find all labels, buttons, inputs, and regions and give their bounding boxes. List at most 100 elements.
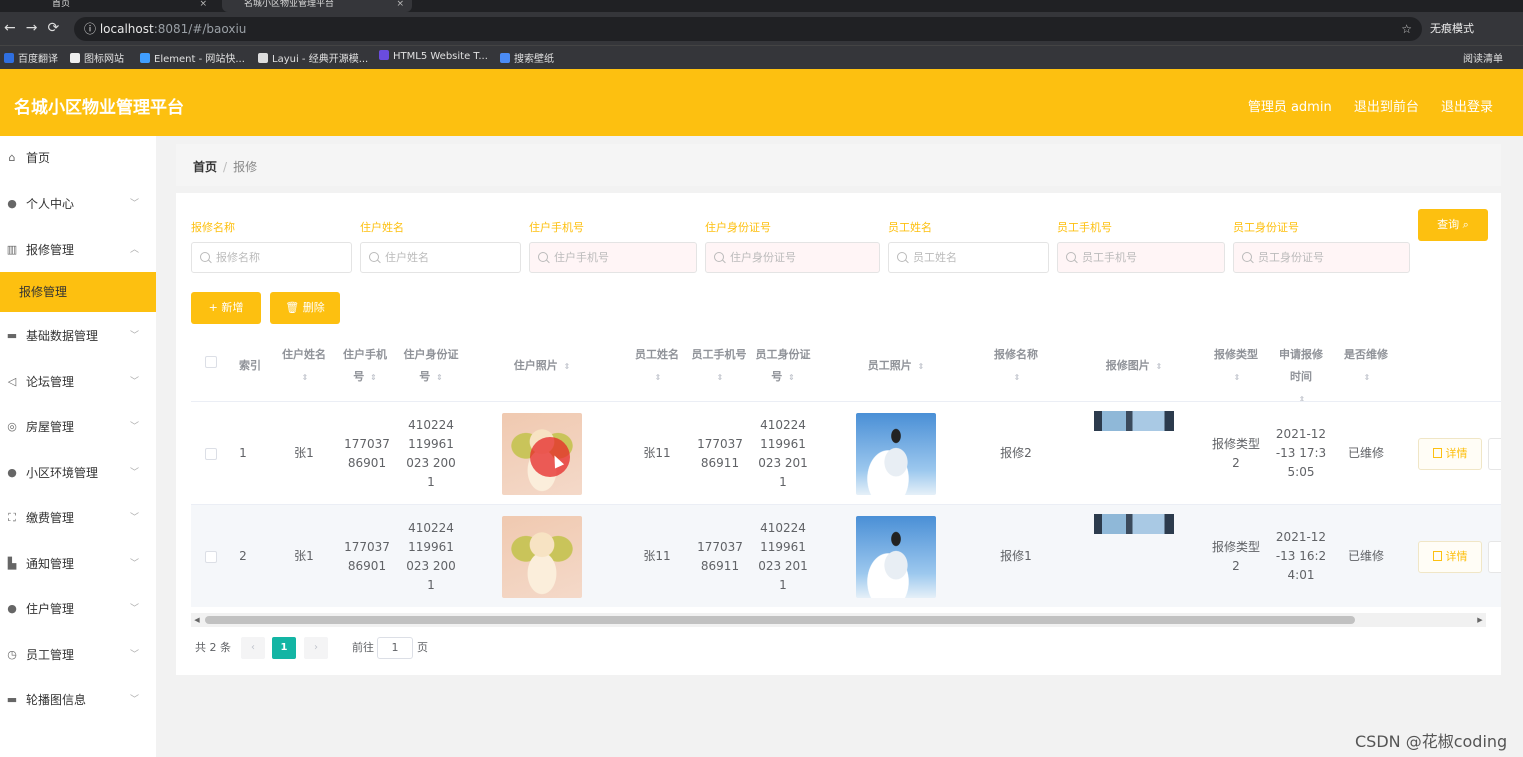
back-to-front-link[interactable]: 退出到前台 <box>1354 100 1419 115</box>
table-row[interactable]: 1 张1 17703786901 410224119961023 2001 张1… <box>191 401 1501 504</box>
staff-photo[interactable] <box>856 515 936 598</box>
close-icon[interactable]: × <box>199 0 207 9</box>
scroll-right-icon[interactable]: ▶ <box>1474 613 1486 627</box>
filter-label: 住户姓名 <box>360 221 404 234</box>
page-number-button[interactable]: 1 <box>272 637 296 659</box>
resident-id-input[interactable]: 住户身份证号 <box>705 242 880 273</box>
column-header[interactable]: 住户手机号 ⇕ <box>338 333 392 401</box>
column-header[interactable]: 报修名称 ⇕ <box>971 333 1061 401</box>
bookmark-item[interactable]: 图标网站 <box>70 50 124 65</box>
sidebar-item-payment[interactable]: ⛶ 缴费管理 ﹀ <box>0 496 156 540</box>
table-row[interactable]: 2 张1 17703786901 410224119961023 2001 张1… <box>191 504 1501 607</box>
column-header[interactable]: 员工手机号 ⇕ <box>691 333 747 401</box>
more-action-button[interactable] <box>1488 541 1501 573</box>
resident-phone-input[interactable]: 住户手机号 <box>529 242 697 273</box>
sort-icon[interactable]: ⇕ <box>1014 373 1021 382</box>
admin-user[interactable]: 管理员 admin <box>1248 100 1332 115</box>
bookmark-icon: ▬ <box>6 693 18 706</box>
breadcrumb-home[interactable]: 首页 <box>193 160 217 174</box>
search-icon <box>369 252 379 262</box>
sort-icon[interactable]: ⇕ <box>1364 373 1371 382</box>
scroll-left-icon[interactable]: ◀ <box>191 613 203 627</box>
row-checkbox[interactable] <box>205 447 217 460</box>
query-button[interactable]: 查询 ⌕ <box>1418 209 1488 241</box>
next-page-button[interactable]: › <box>304 637 328 659</box>
sort-icon[interactable]: ⇕ <box>436 373 443 382</box>
star-icon[interactable]: ☆ <box>1401 17 1412 41</box>
sidebar-subitem-repair[interactable]: 报修管理 <box>0 272 156 312</box>
sidebar-item-resident[interactable]: ● 住户管理 ﹀ <box>0 587 156 631</box>
select-all-header[interactable] <box>201 333 221 401</box>
detail-button[interactable]: 详情 <box>1418 438 1482 470</box>
column-header[interactable]: 是否维修 ⇕ <box>1336 333 1396 401</box>
resident-name-input[interactable]: 住户姓名 <box>360 242 521 273</box>
scrollbar-thumb[interactable] <box>205 616 1355 624</box>
row-checkbox-cell <box>201 402 221 505</box>
sidebar-item-home[interactable]: ⌂ 首页 <box>0 136 156 180</box>
sort-icon[interactable]: ⇕ <box>1234 373 1241 382</box>
bookmark-item[interactable]: 搜索壁纸 <box>500 50 554 65</box>
column-header[interactable]: 住户照片 ⇕ <box>467 333 617 401</box>
sort-icon[interactable]: ⇕ <box>655 373 662 382</box>
column-header-label: 申请报修时间 <box>1279 348 1323 383</box>
browser-tab-active[interactable]: 名城小区物业管理平台 × <box>222 0 412 12</box>
sort-icon[interactable]: ⇕ <box>918 362 925 371</box>
column-header[interactable]: 住户身份证号 ⇕ <box>403 333 459 401</box>
select-all-checkbox[interactable] <box>205 356 217 368</box>
column-header[interactable]: 报修类型 ⇕ <box>1206 333 1266 401</box>
sidebar-item-environment[interactable]: ● 小区环境管理 ﹀ <box>0 451 156 495</box>
sidebar-item-notice[interactable]: ▙ 通知管理 ﹀ <box>0 542 156 586</box>
sidebar-item-basedata[interactable]: ▬ 基础数据管理 ﹀ <box>0 314 156 358</box>
more-action-button[interactable] <box>1488 438 1501 470</box>
detail-button[interactable]: 详情 <box>1418 541 1482 573</box>
sidebar-item-carousel[interactable]: ▬ 轮播图信息 ﹀ <box>0 678 156 722</box>
staff-id-input[interactable]: 员工身份证号 <box>1233 242 1410 273</box>
repair-image-cell <box>1064 505 1204 608</box>
repair-image[interactable] <box>1094 411 1174 431</box>
url-input[interactable]: ⓘ localhost:8081/#/baoxiu ☆ <box>74 17 1422 41</box>
close-icon[interactable]: × <box>396 0 404 9</box>
sidebar-item-repair[interactable]: ▥ 报修管理 ︿ <box>0 228 156 272</box>
column-header[interactable]: 员工身份证号 ⇕ <box>755 333 811 401</box>
page-jump-input[interactable]: 1 <box>377 637 413 659</box>
browser-tab-home[interactable]: 首页 × <box>30 0 215 12</box>
bookmark-item[interactable]: 百度翻译 <box>4 50 58 65</box>
repair-table: 索引 住户姓名 ⇕ 住户手机号 ⇕ 住户身份证号 ⇕ 住户照片 ⇕ 员工姓名 ⇕ 员… <box>191 333 1501 623</box>
sort-icon[interactable]: ⇕ <box>717 373 724 382</box>
nav-buttons[interactable]: ←→⟳ <box>4 20 69 36</box>
resident-photo[interactable] <box>502 515 582 598</box>
bookmark-item[interactable]: Element - 网站快... <box>140 50 245 65</box>
bookmark-item[interactable]: Layui - 经典开源模... <box>258 50 368 65</box>
trash-icon: 🗑 <box>285 301 300 314</box>
delete-button[interactable]: 🗑 删除 <box>270 292 340 324</box>
bookmark-icon <box>70 53 80 63</box>
row-checkbox[interactable] <box>205 550 217 563</box>
logout-link[interactable]: 退出登录 <box>1441 100 1493 115</box>
staff-name-input[interactable]: 员工姓名 <box>888 242 1049 273</box>
page-suffix-label: 页 <box>417 641 428 654</box>
repair-image[interactable] <box>1094 514 1174 534</box>
repair-name-input[interactable]: 报修名称 <box>191 242 352 273</box>
url-path: :8081/#/baoxiu <box>153 22 247 36</box>
table-horizontal-scrollbar[interactable]: ◀ ▶ <box>191 613 1486 627</box>
reading-list[interactable]: 阅读清单 <box>1463 50 1503 65</box>
sidebar-item-staff[interactable]: ◷ 员工管理 ﹀ <box>0 633 156 677</box>
sidebar-item-house[interactable]: ◎ 房屋管理 ﹀ <box>0 405 156 449</box>
sidebar-item-forum[interactable]: ◁ 论坛管理 ﹀ <box>0 360 156 404</box>
staff-phone-input[interactable]: 员工手机号 <box>1057 242 1225 273</box>
column-header[interactable]: 员工姓名 ⇕ <box>624 333 690 401</box>
sort-icon[interactable]: ⇕ <box>564 362 571 371</box>
column-header[interactable]: 申请报修时间 ⇕ <box>1273 333 1329 404</box>
column-header[interactable]: 员工照片 ⇕ <box>821 333 971 401</box>
sort-icon[interactable]: ⇕ <box>1156 362 1163 371</box>
sort-icon[interactable]: ⇕ <box>788 373 795 382</box>
sort-icon[interactable]: ⇕ <box>370 373 377 382</box>
sort-icon[interactable]: ⇕ <box>302 373 309 382</box>
staff-photo[interactable] <box>856 412 936 495</box>
add-button[interactable]: + 新增 <box>191 292 261 324</box>
sidebar-item-personal[interactable]: ● 个人中心 ﹀ <box>0 182 156 226</box>
bookmark-item[interactable]: HTML5 Website T... <box>379 50 488 62</box>
column-header[interactable]: 报修图片 ⇕ <box>1064 333 1204 401</box>
prev-page-button[interactable]: ‹ <box>241 637 265 659</box>
column-header[interactable]: 住户姓名 ⇕ <box>271 333 337 401</box>
